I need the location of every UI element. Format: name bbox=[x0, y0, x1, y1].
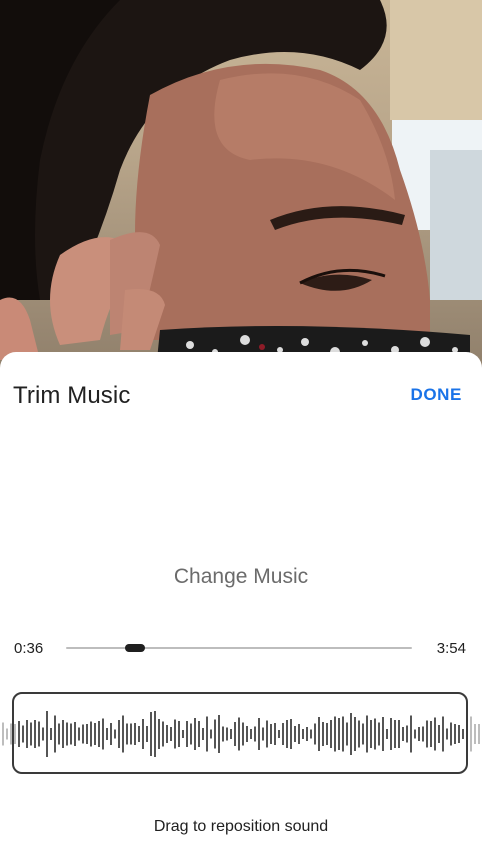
waveform-bar bbox=[478, 724, 480, 744]
waveform-bar bbox=[2, 722, 4, 746]
reposition-hint: Drag to reposition sound bbox=[153, 818, 329, 835]
trim-music-sheet: Trim Music DONE Change Music 0:36 3:54 D… bbox=[0, 352, 482, 846]
scrubber-thumb[interactable] bbox=[125, 644, 146, 652]
video-frame-image bbox=[0, 0, 482, 380]
start-time-label: 0:36 bbox=[14, 640, 44, 657]
waveform-bar bbox=[474, 724, 476, 744]
waveform-selection-window[interactable] bbox=[12, 692, 468, 774]
scrubber-track[interactable] bbox=[66, 647, 412, 649]
done-button[interactable]: DONE bbox=[410, 385, 462, 405]
waveform-bar bbox=[6, 728, 8, 740]
end-time-label: 3:54 bbox=[436, 640, 466, 657]
change-music-button[interactable]: Change Music bbox=[0, 565, 482, 589]
video-preview bbox=[0, 0, 482, 380]
sheet-title: Trim Music bbox=[13, 382, 131, 409]
waveform-bar bbox=[470, 716, 472, 752]
